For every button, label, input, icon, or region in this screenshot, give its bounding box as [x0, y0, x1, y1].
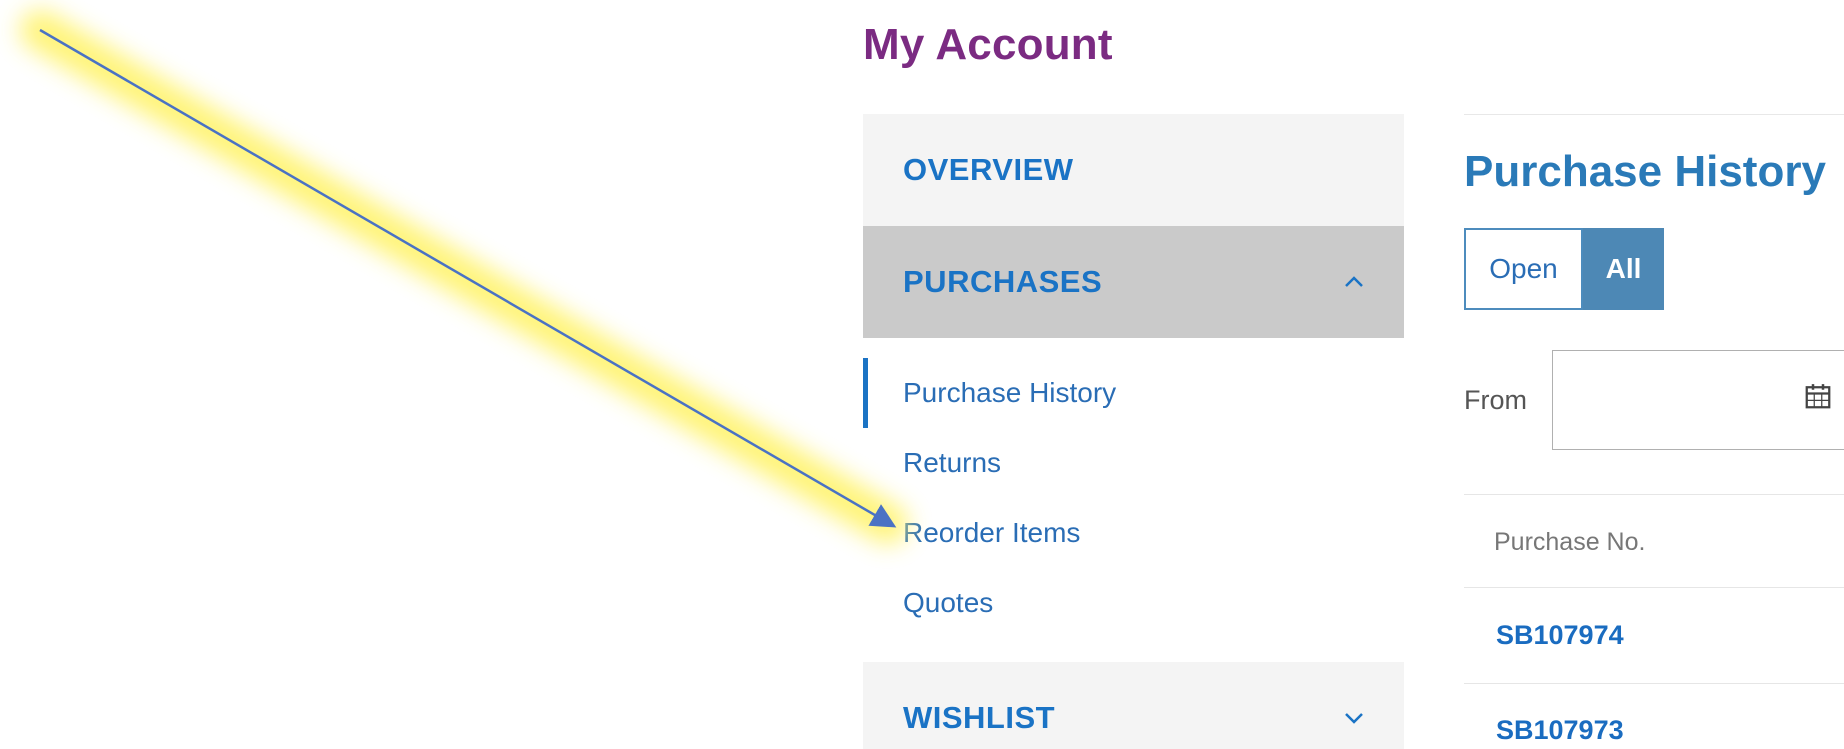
sidebar-section-label: OVERVIEW: [903, 152, 1074, 187]
from-date-input[interactable]: [1552, 350, 1844, 450]
status-filter-toggle: Open All: [1464, 228, 1664, 310]
purchases-submenu: Purchase History Returns Reorder Items Q…: [863, 338, 1404, 662]
sidebar-item-purchase-history[interactable]: Purchase History: [863, 358, 1404, 428]
chevron-down-icon: [1345, 713, 1363, 724]
sidebar-item-quotes[interactable]: Quotes: [863, 568, 1404, 638]
sidebar-section-purchases[interactable]: PURCHASES: [863, 226, 1404, 338]
from-label: From: [1464, 385, 1527, 415]
table-top-divider: [1464, 494, 1844, 495]
sidebar-section-label: PURCHASES: [903, 264, 1103, 299]
purchase-number-link[interactable]: SB107974: [1496, 620, 1624, 651]
filter-all-button[interactable]: All: [1583, 228, 1664, 310]
sidebar-section-wishlist[interactable]: WISHLIST: [863, 662, 1404, 749]
purchase-number-link[interactable]: SB107973: [1496, 715, 1624, 746]
annotation-highlight: [20, 10, 908, 544]
page: My Account OVERVIEW PURCHASES Purchase H…: [0, 0, 1844, 749]
filter-open-button[interactable]: Open: [1464, 228, 1583, 310]
account-sidebar: OVERVIEW PURCHASES Purchase History Retu…: [863, 114, 1404, 749]
calendar-icon[interactable]: [1803, 381, 1833, 411]
sidebar-item-returns[interactable]: Returns: [863, 428, 1404, 498]
sidebar-section-overview[interactable]: OVERVIEW: [863, 114, 1404, 226]
row-divider: [1464, 587, 1844, 588]
section-title: Purchase History: [1464, 147, 1826, 196]
chevron-up-icon: [1345, 276, 1363, 287]
page-title: My Account: [863, 20, 1113, 69]
purchase-history-panel: Purchase History Open All From Purchase …: [1464, 114, 1844, 749]
sidebar-item-reorder-items[interactable]: Reorder Items: [863, 498, 1404, 568]
annotation-arrow-line: [39, 28, 897, 528]
column-header-purchase-no: Purchase No.: [1494, 528, 1646, 556]
sidebar-section-label: WISHLIST: [903, 700, 1056, 735]
row-divider: [1464, 683, 1844, 684]
